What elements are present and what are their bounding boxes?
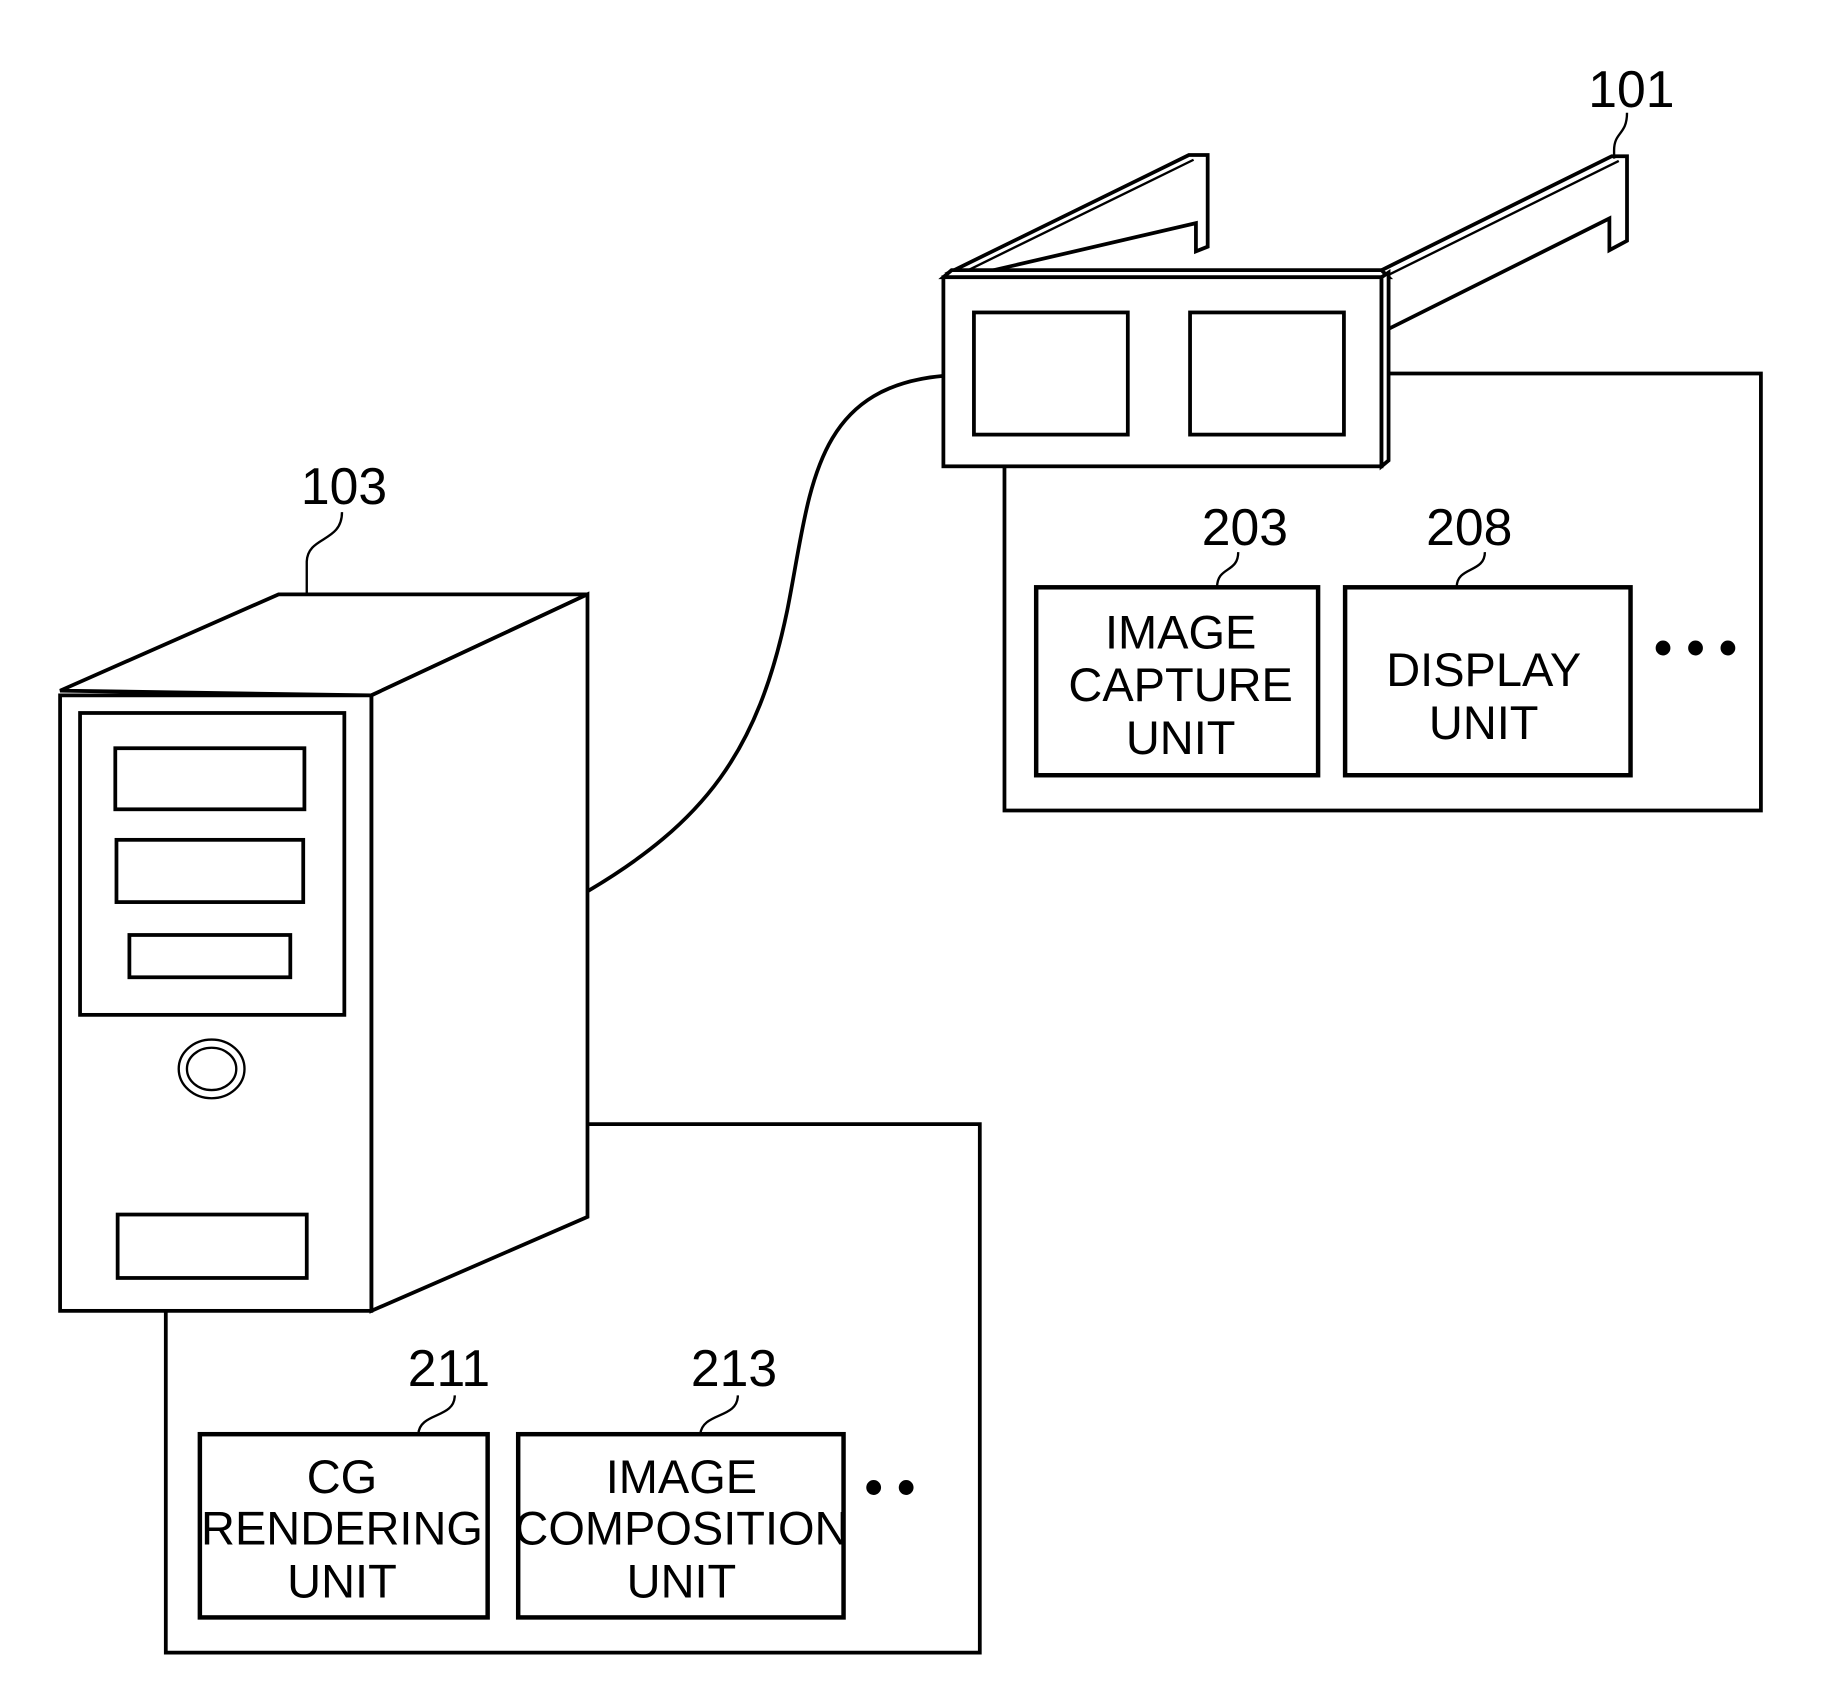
leader-208	[1455, 551, 1487, 588]
ref-label-211: 211	[408, 1339, 490, 1397]
drive-bay-1	[113, 746, 307, 812]
svg-text:IMAGE: IMAGE	[1105, 605, 1256, 658]
computer-more-units-ellipsis: • •	[865, 1458, 916, 1516]
svg-text:UNIT: UNIT	[627, 1554, 737, 1607]
leader-101	[1612, 112, 1629, 159]
ref-label-103: 103	[301, 457, 387, 515]
right-lens	[1188, 310, 1346, 437]
connection-cable	[584, 374, 944, 895]
ref-label-203: 203	[1202, 498, 1288, 556]
svg-text:COMPOSITION: COMPOSITION	[514, 1502, 848, 1555]
drive-bay-2	[114, 837, 306, 904]
display-unit: DISPLAY UNIT	[1342, 585, 1633, 778]
bottom-slot	[115, 1212, 309, 1280]
svg-text:CAPTURE: CAPTURE	[1068, 658, 1292, 711]
svg-text:UNIT: UNIT	[1429, 696, 1539, 749]
ref-label-208: 208	[1426, 498, 1512, 556]
leader-211	[417, 1395, 456, 1435]
computer-tower	[58, 591, 590, 1314]
left-lens	[972, 310, 1130, 437]
leader-203	[1215, 551, 1240, 588]
leader-103	[305, 512, 344, 595]
svg-text:DISPLAY: DISPLAY	[1386, 643, 1581, 696]
svg-text:UNIT: UNIT	[1126, 711, 1236, 764]
hmd-more-units-ellipsis: • • •	[1654, 618, 1737, 676]
svg-text:RENDERING: RENDERING	[201, 1502, 483, 1555]
cg-rendering-unit: CG RENDERING UNIT	[197, 1431, 490, 1620]
hmd-device	[938, 153, 1629, 471]
ref-label-213: 213	[691, 1339, 777, 1397]
image-capture-unit: IMAGE CAPTURE UNIT	[1033, 585, 1321, 778]
image-composition-unit: IMAGE COMPOSITION UNIT	[514, 1431, 848, 1620]
svg-text:IMAGE: IMAGE	[606, 1450, 757, 1503]
svg-text:CG: CG	[307, 1450, 377, 1503]
system-diagram: 101 IMAGE CAPTURE UNIT 203 DISPLAY UNIT …	[58, 60, 1763, 1655]
leader-213	[699, 1395, 740, 1435]
svg-text:UNIT: UNIT	[287, 1554, 397, 1607]
drive-bay-3	[127, 933, 293, 980]
ref-label-101: 101	[1588, 60, 1674, 118]
